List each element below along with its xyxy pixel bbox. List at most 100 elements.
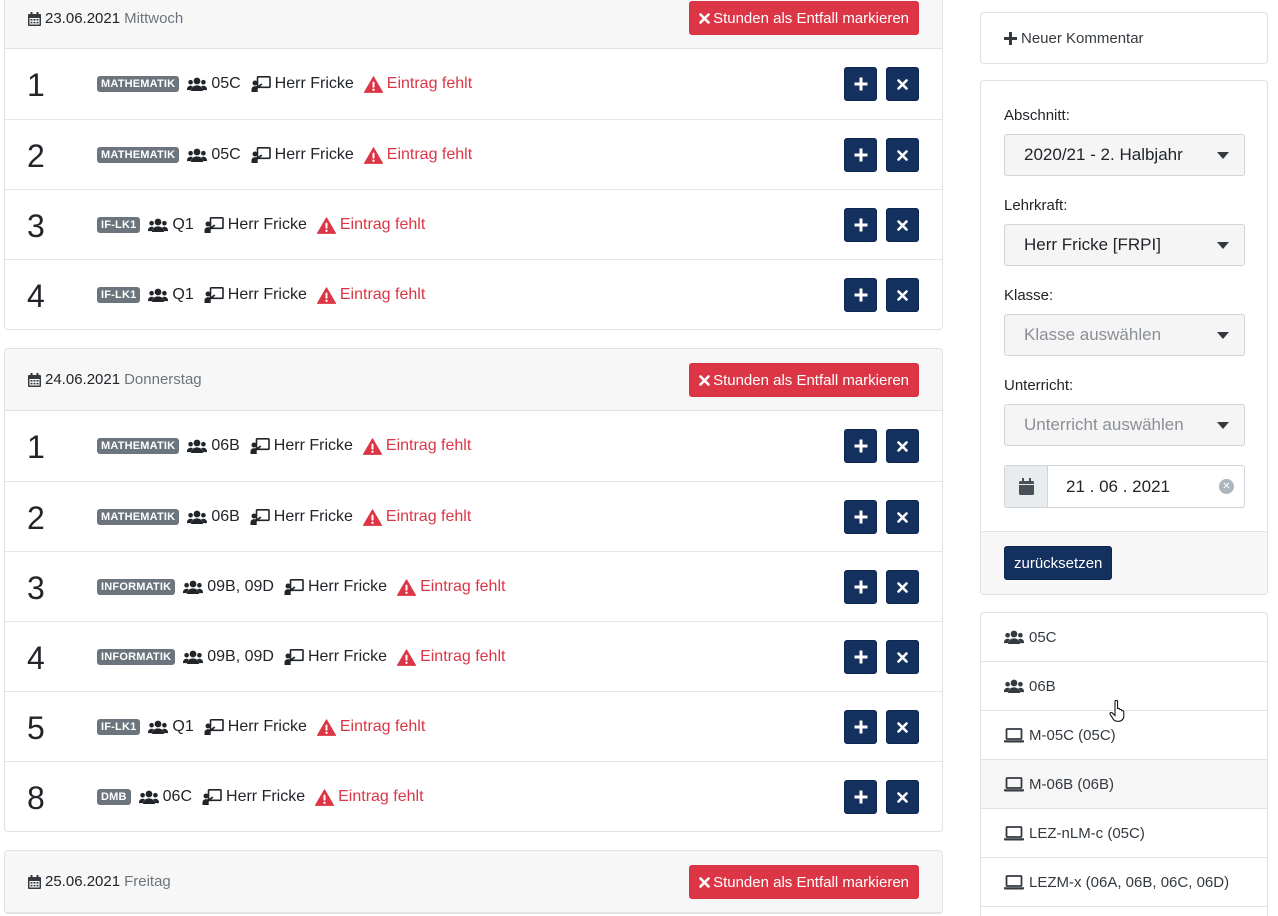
new-comment-link[interactable]: Neuer Kommentar xyxy=(1004,30,1144,47)
entry-missing-status: Eintrag fehlt xyxy=(316,216,426,234)
list-item-course[interactable]: LEZM-x (06A, 06B, 06C, 06D) xyxy=(981,858,1267,907)
lesson-actions xyxy=(844,640,919,674)
add-entry-button[interactable] xyxy=(844,429,877,463)
add-entry-button[interactable] xyxy=(844,570,877,604)
date-picker-button[interactable] xyxy=(1005,466,1048,507)
cancel-lesson-button[interactable] xyxy=(886,67,919,101)
list-item-course[interactable]: LEZ-nLM-c (05C) xyxy=(981,809,1267,858)
calendar-icon xyxy=(28,11,41,26)
lesson-group: 06B xyxy=(187,508,240,526)
chalkboard-teacher-icon xyxy=(204,217,224,233)
cancel-lesson-button[interactable] xyxy=(886,570,919,604)
lesson-info: IF-LK1 Q1 Herr Fricke Eintrag fehlt xyxy=(97,692,425,762)
lesson-teacher: Herr Fricke xyxy=(204,216,307,234)
reset-button[interactable]: zurücksetzen xyxy=(1004,546,1113,580)
chalkboard-teacher-icon xyxy=(284,579,304,595)
abschnitt-value: 2020/21 - 2. Halbjahr xyxy=(1024,145,1183,164)
lesson-teacher-label: Herr Fricke xyxy=(227,718,307,735)
warning-icon xyxy=(363,146,383,164)
entry-missing-label: Eintrag fehlt xyxy=(385,437,472,454)
lesson-group-label: Q1 xyxy=(172,216,194,233)
cancel-lesson-button[interactable] xyxy=(886,208,919,242)
clear-date-icon[interactable]: ✕ xyxy=(1219,479,1234,494)
warning-icon xyxy=(397,578,417,596)
lesson-row: 1 MATHEMATIK 06B Herr Fricke Eintrag fehlt xyxy=(5,411,942,481)
list-item-label: 06B xyxy=(1029,677,1056,695)
chalkboard-teacher-icon xyxy=(251,147,271,163)
cancel-lesson-button[interactable] xyxy=(886,710,919,744)
add-entry-button[interactable] xyxy=(844,278,877,312)
subject-badge: IF-LK1 xyxy=(97,217,141,233)
entry-missing-status: Eintrag fehlt xyxy=(397,648,505,666)
entry-missing-label: Eintrag fehlt xyxy=(385,508,472,525)
cancel-lesson-button[interactable] xyxy=(886,278,919,312)
list-item-class[interactable]: 05C xyxy=(981,613,1267,662)
lesson-info: DMB 06C Herr Fricke Eintrag fehlt xyxy=(97,762,424,831)
add-entry-button[interactable] xyxy=(844,67,877,101)
add-entry-button[interactable] xyxy=(844,208,877,242)
entry-missing-label: Eintrag fehlt xyxy=(338,788,424,805)
lesson-teacher: Herr Fricke xyxy=(251,146,354,164)
times-icon xyxy=(897,651,908,663)
add-entry-button[interactable] xyxy=(844,640,877,674)
lesson-group-label: Q1 xyxy=(172,718,194,735)
chalkboard-teacher-icon xyxy=(251,76,271,92)
cancel-lesson-button[interactable] xyxy=(886,640,919,674)
calendar-icon xyxy=(28,372,41,387)
warning-icon xyxy=(316,718,336,736)
day-date: 24.06.2021 xyxy=(45,371,121,388)
users-icon xyxy=(187,148,208,162)
calendar-icon xyxy=(28,11,41,26)
add-entry-button[interactable] xyxy=(844,500,877,534)
warning-icon xyxy=(316,216,336,234)
lesson-row: 8 DMB 06C Herr Fricke Eintrag fehlt xyxy=(5,761,942,831)
unterricht-select[interactable]: Unterricht auswählen xyxy=(1004,404,1245,446)
day-card: 25.06.2021 Freitag Stunden als Entfall mar… xyxy=(4,850,943,914)
entry-missing-label: Eintrag fehlt xyxy=(339,216,426,233)
warning-icon xyxy=(363,75,383,93)
lesson-info: IF-LK1 Q1 Herr Fricke Eintrag fehlt xyxy=(97,260,425,329)
klasse-select[interactable]: Klasse auswählen xyxy=(1004,314,1245,356)
date-input[interactable]: 21 . 06 . 2021 ✕ xyxy=(1048,466,1244,507)
chalkboard-teacher-icon xyxy=(202,789,222,805)
date-input-group: 21 . 06 . 2021 ✕ xyxy=(1004,465,1245,508)
users-icon xyxy=(187,439,208,453)
subject-badge: MATHEMATIK xyxy=(97,509,180,525)
entry-missing-status: Eintrag fehlt xyxy=(397,578,505,596)
times-icon xyxy=(897,581,908,593)
users-icon xyxy=(1004,630,1024,644)
cancel-lesson-button[interactable] xyxy=(886,780,919,814)
list-item-label: M-06B (06B) xyxy=(1029,775,1115,793)
caret-down-icon xyxy=(1217,242,1229,249)
abschnitt-select[interactable]: 2020/21 - 2. Halbjahr xyxy=(1004,134,1245,176)
list-item-label: 05C xyxy=(1029,628,1057,646)
lesson-teacher-label: Herr Fricke xyxy=(273,508,353,525)
add-entry-button[interactable] xyxy=(844,710,877,744)
mark-cancelled-button[interactable]: Stunden als Entfall markieren xyxy=(689,1,919,35)
times-icon xyxy=(897,289,908,301)
list-item-label: LEZ-nLM-c (05C) xyxy=(1029,824,1145,842)
entry-missing-status: Eintrag fehlt xyxy=(363,75,472,93)
users-icon xyxy=(138,790,159,804)
cancel-lesson-button[interactable] xyxy=(886,500,919,534)
cancel-lesson-button[interactable] xyxy=(886,429,919,463)
lesson-row: 1 MATHEMATIK 05C Herr Fricke Eintrag fehlt xyxy=(5,49,942,119)
subject-badge: MATHEMATIK xyxy=(97,76,180,92)
day-weekday: Freitag xyxy=(124,873,171,890)
list-item-course[interactable]: M-06B (06B) xyxy=(981,760,1267,809)
lesson-teacher-label: Herr Fricke xyxy=(226,788,306,805)
lesson-number: 4 xyxy=(27,278,45,314)
lesson-number: 1 xyxy=(27,67,45,103)
lesson-group: 06B xyxy=(187,437,240,455)
add-entry-button[interactable] xyxy=(844,138,877,172)
unterricht-label: Unterricht: xyxy=(1004,377,1074,394)
mark-cancelled-button[interactable]: Stunden als Entfall markieren xyxy=(689,865,919,899)
lehrkraft-select[interactable]: Herr Fricke [FRPI] xyxy=(1004,224,1245,266)
calendar-icon xyxy=(28,372,41,387)
chalkboard-teacher-icon xyxy=(250,438,270,454)
mark-cancelled-button[interactable]: Stunden als Entfall markieren xyxy=(689,363,919,397)
warning-icon xyxy=(316,286,336,304)
cancel-lesson-button[interactable] xyxy=(886,138,919,172)
date-value: 21 . 06 . 2021 xyxy=(1066,476,1170,496)
add-entry-button[interactable] xyxy=(844,780,877,814)
